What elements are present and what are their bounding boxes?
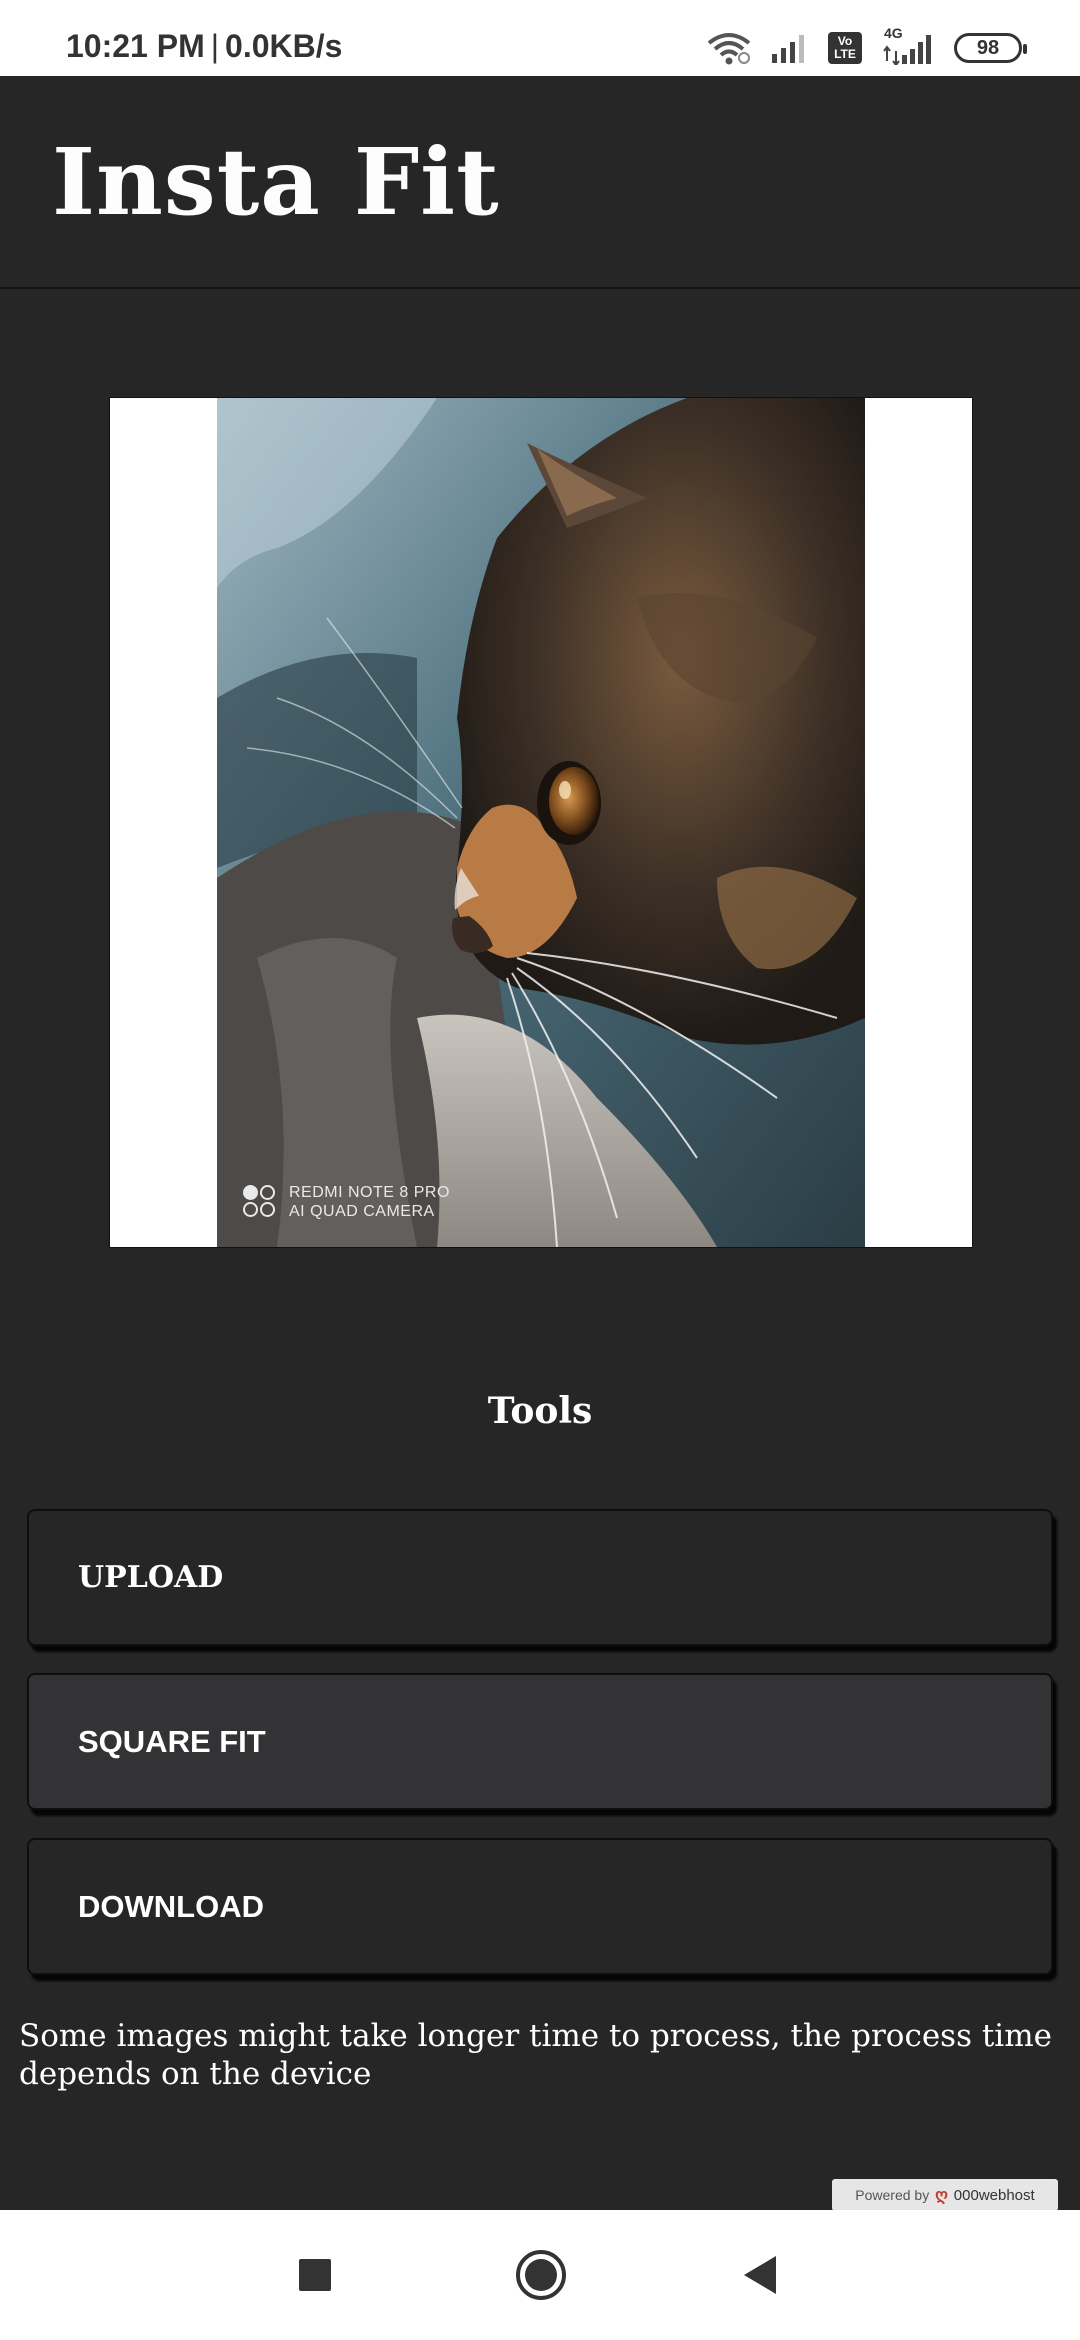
status-separator: | xyxy=(210,28,220,64)
clock: 10:21 PM xyxy=(66,28,205,64)
tools-heading: Tools xyxy=(487,1390,593,1432)
powered-by-badge[interactable]: Powered by ღ 000webhost xyxy=(832,2179,1058,2211)
home-button[interactable] xyxy=(514,2248,568,2302)
host-brand: 000webhost xyxy=(953,2186,1035,2204)
volte-icon: Vo LTE xyxy=(828,32,862,64)
battery-indicator: 98 xyxy=(954,33,1027,63)
wifi-icon xyxy=(707,33,751,65)
square-fit-button-label: SQUARE FIT xyxy=(78,1723,266,1759)
signal-icon xyxy=(772,35,804,63)
host-logo-icon: ღ xyxy=(935,2187,948,2204)
camera-logo-icon xyxy=(243,1185,277,1219)
recents-button[interactable] xyxy=(297,2257,333,2293)
back-button[interactable] xyxy=(740,2254,780,2296)
system-nav-bar xyxy=(0,2210,1080,2340)
network-speed: 0.0KB/s xyxy=(225,28,343,64)
square-fit-button[interactable]: SQUARE FIT xyxy=(27,1673,1053,1810)
status-time: 10:21 PM | 0.0KB/s xyxy=(66,28,342,65)
image-preview-frame: REDMI NOTE 8 PRO AI QUAD CAMERA xyxy=(109,397,973,1248)
preview-photo: REDMI NOTE 8 PRO AI QUAD CAMERA xyxy=(217,398,865,1247)
watermark-line2: AI QUAD CAMERA xyxy=(289,1203,435,1220)
cat-photo xyxy=(217,398,865,1247)
app-title: Insta Fit xyxy=(52,128,500,236)
watermark-line1: REDMI NOTE 8 PRO xyxy=(289,1184,450,1201)
processing-notice: Some images might take longer time to pr… xyxy=(19,2018,1052,2092)
camera-watermark: REDMI NOTE 8 PRO AI QUAD CAMERA xyxy=(243,1183,450,1221)
upload-button[interactable]: UPLOAD xyxy=(27,1509,1053,1646)
status-icons: Vo LTE 4G 98 xyxy=(706,25,1027,66)
status-bar: 10:21 PM | 0.0KB/s Vo LTE 4G 98 xyxy=(0,0,1080,76)
upload-button-label: UPLOAD xyxy=(78,1560,224,1595)
watermark-text: REDMI NOTE 8 PRO AI QUAD CAMERA xyxy=(289,1183,450,1221)
download-button-label: DOWNLOAD xyxy=(78,1888,264,1924)
app-bar: Insta Fit xyxy=(0,76,1080,289)
download-button[interactable]: DOWNLOAD xyxy=(27,1838,1053,1975)
mobile-data-signal-icon: 4G xyxy=(880,25,936,65)
powered-by-text: Powered by xyxy=(855,2187,930,2203)
